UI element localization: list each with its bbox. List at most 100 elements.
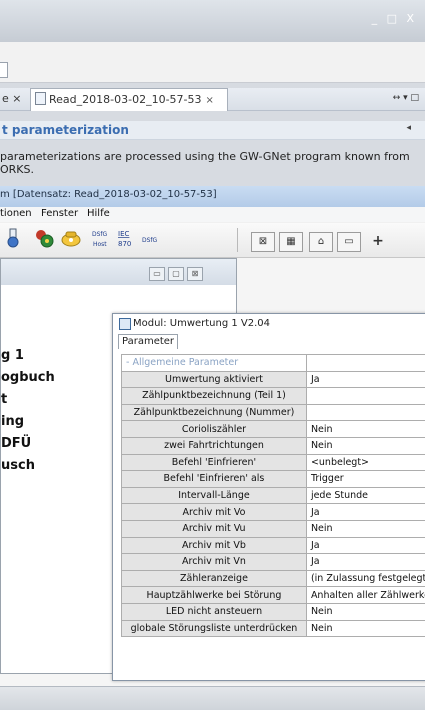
param-name: Befehl 'Einfrieren' als [122,471,307,488]
param-value[interactable]: jede Stunde [306,487,425,504]
app-title: m [Datensatz: Read_2018-03-02_10-57-53] [0,189,217,200]
iec-870-icon[interactable]: IEC 870 [115,227,137,249]
param-value[interactable] [306,388,425,405]
collapse-arrow-icon[interactable]: ◂ [406,123,411,133]
param-value[interactable]: Trigger [306,471,425,488]
param-value[interactable]: Ja [306,554,425,571]
svg-text:DSfG: DSfG [142,237,158,244]
parameterization-app-window: m [Datensatz: Read_2018-03-02_10-57-53] … [0,186,425,686]
param-value[interactable]: <unbelegt> [306,454,425,471]
file-icon [35,92,46,105]
module-icon [119,318,131,330]
param-name: Intervall-Länge [122,487,307,504]
table-row[interactable]: Zählpunktbezeichnung (Teil 1) [122,388,425,405]
param-name: Corioliszähler [122,421,307,438]
param-name: Archiv mit Vo [122,504,307,521]
tab-previous[interactable]: e × [0,88,31,110]
table-row[interactable]: globale Störungsliste unterdrückenNein [122,620,425,637]
category-label: - Allgemeine Parameter [122,355,307,372]
param-value[interactable]: Nein [306,421,425,438]
table-row[interactable]: LED nicht ansteuernNein [122,603,425,620]
param-name: LED nicht ansteuern [122,603,307,620]
background-toolbar [0,42,425,83]
param-value[interactable]: Ja [306,537,425,554]
list-item[interactable]: usch [1,455,55,477]
tab-parameter[interactable]: Parameter [118,334,178,349]
param-value[interactable] [306,404,425,421]
list-item[interactable]: ing [1,411,55,433]
param-value[interactable]: Ja [306,371,425,388]
svg-text:IEC: IEC [118,230,129,238]
table-row[interactable]: Zähleranzeige(in Zulassung festgelegt) [122,570,425,587]
add-icon[interactable]: + [367,232,389,250]
home-icon[interactable]: ⌂ [309,232,333,252]
flask-icon[interactable] [2,227,24,249]
table-row[interactable]: Archiv mit VnJa [122,554,425,571]
module-dialog: Modul: Umwertung 1 V2.04 Parameter - All… [112,313,425,681]
module-icon[interactable]: ▦ [279,232,303,252]
table-row[interactable]: Umwertung aktiviertJa [122,371,425,388]
dialog-titlebar: Modul: Umwertung 1 V2.04 [113,314,425,334]
table-row[interactable]: Archiv mit VbJa [122,537,425,554]
param-value[interactable]: Nein [306,437,425,454]
table-row[interactable]: Archiv mit VuNein [122,520,425,537]
param-value[interactable]: Nein [306,520,425,537]
window-controls[interactable]: _ □ X [372,12,417,25]
table-row[interactable]: zwei FahrtrichtungenNein [122,437,425,454]
table-row[interactable]: Intervall-Längejede Stunde [122,487,425,504]
phone-icon[interactable] [60,227,82,249]
param-name: Umwertung aktiviert [122,371,307,388]
menu-hilfe[interactable]: Hilfe [87,208,110,219]
table-row[interactable]: Befehl 'Einfrieren' alsTrigger [122,471,425,488]
background-window: _ □ X e × Read_2018-03-02_10-57-53 × ↔ ▾ … [0,0,425,190]
param-name: zwei Fahrtrichtungen [122,437,307,454]
param-value[interactable]: Nein [306,603,425,620]
device-icon[interactable] [33,227,55,249]
table-row[interactable]: Befehl 'Einfrieren'<unbelegt> [122,454,425,471]
menu-fenster[interactable]: Fenster [41,208,78,219]
minimize-icon[interactable]: ▭ [149,267,165,281]
table-row[interactable]: CorioliszählerNein [122,421,425,438]
list-item[interactable]: DFÜ [1,433,55,455]
toolbar-separator [237,228,238,252]
close-icon[interactable]: × [206,95,214,106]
file-icon[interactable] [0,62,8,78]
param-name: Archiv mit Vb [122,537,307,554]
window-icon[interactable]: ⊠ [251,232,275,252]
device-menu-list: g 1 ogbuch t ing DFÜ usch [1,345,55,477]
tab-label: Read_2018-03-02_10-57-53 [49,93,202,106]
param-name: Zählpunktbezeichnung (Teil 1) [122,388,307,405]
section-title: t parameterization [2,123,129,137]
param-value[interactable]: Anhalten aller Zählwerke [306,587,425,604]
main-toolbar: DSfG Host IEC 870 DSfG ⊠ ▦ ⌂ ▭ + [0,223,425,258]
param-name: Zähleranzeige [122,570,307,587]
table-row[interactable]: Zählpunktbezeichnung (Nummer) [122,404,425,421]
svg-text:Host: Host [93,241,107,248]
param-name: globale Störungsliste unterdrücken [122,620,307,637]
panel-icon[interactable]: ▭ [337,232,361,252]
param-name: Archiv mit Vu [122,520,307,537]
background-titlebar: _ □ X [0,0,425,42]
category-row[interactable]: - Allgemeine Parameter [122,355,425,372]
table-row[interactable]: Hauptzählwerke bei StörungAnhalten aller… [122,587,425,604]
info-line: parameterizations are processed using th… [0,150,420,163]
close-icon[interactable]: ⊠ [187,267,203,281]
svg-text:870: 870 [118,240,131,248]
menubar: tionen Fenster Hilfe [0,207,425,222]
list-item[interactable]: ogbuch [1,367,55,389]
dsfg-host-icon[interactable]: DSfG Host [90,227,112,249]
menu-aktionen[interactable]: tionen [0,208,32,219]
list-item[interactable]: g 1 [1,345,55,367]
section-header[interactable]: t parameterization ◂ [0,121,425,140]
dialog-title: Modul: Umwertung 1 V2.04 [133,318,270,329]
param-value[interactable]: (in Zulassung festgelegt) [306,570,425,587]
param-name: Befehl 'Einfrieren' [122,454,307,471]
tab-read-file[interactable]: Read_2018-03-02_10-57-53 × [30,88,228,111]
tab-nav-icons[interactable]: ↔ ▾ □ [393,93,419,103]
dsfg-icon[interactable]: DSfG [141,227,163,249]
param-value[interactable]: Nein [306,620,425,637]
maximize-icon[interactable]: ▢ [168,267,184,281]
param-value[interactable]: Ja [306,504,425,521]
table-row[interactable]: Archiv mit VoJa [122,504,425,521]
list-item[interactable]: t [1,389,55,411]
